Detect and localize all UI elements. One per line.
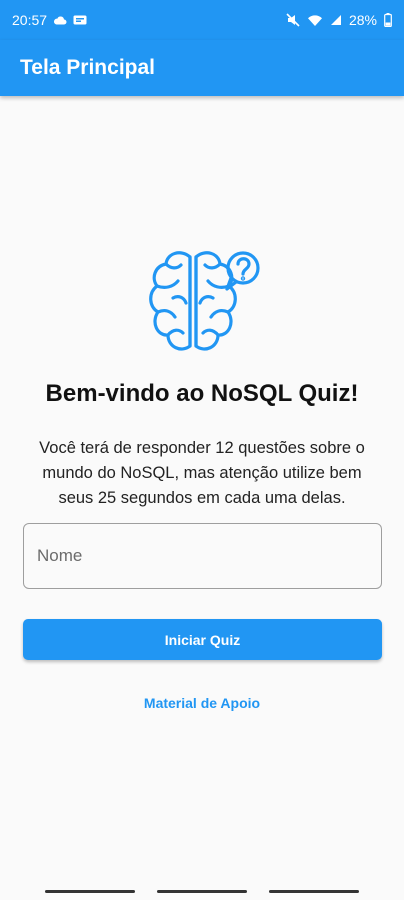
status-left: 20:57 — [12, 12, 87, 28]
battery-percent: 28% — [348, 12, 377, 28]
navigation-bar — [0, 884, 404, 900]
status-bar: 20:57 28% — [0, 0, 404, 40]
wifi-icon — [307, 14, 322, 26]
quiz-description: Você terá de responder 12 questões sobre… — [20, 436, 384, 511]
cloud-icon — [54, 16, 67, 25]
description-line: mundo do NoSQL, mas atenção utilize bem — [42, 464, 362, 482]
battery-icon — [384, 13, 392, 27]
start-quiz-button[interactable]: Iniciar Quiz — [23, 619, 382, 660]
brain-question-icon — [149, 251, 260, 351]
app-title: Tela Principal — [20, 56, 155, 79]
description-line: Você terá de responder 12 questões sobre… — [39, 439, 365, 457]
name-input[interactable] — [23, 523, 382, 589]
status-time: 20:57 — [12, 12, 48, 28]
notification-icon — [73, 15, 87, 25]
mute-icon — [286, 13, 300, 27]
nav-back-button[interactable] — [269, 890, 359, 893]
description-line: seus 25 segundos em cada uma delas. — [58, 489, 346, 507]
app-bar: Tela Principal — [0, 40, 404, 96]
nav-home-button[interactable] — [157, 890, 247, 893]
nav-recent-button[interactable] — [45, 890, 135, 893]
support-material-link[interactable]: Material de Apoio — [0, 695, 404, 711]
status-right: 28% — [286, 12, 392, 28]
welcome-title: Bem-vindo ao NoSQL Quiz! — [45, 380, 359, 407]
signal-icon — [330, 15, 341, 25]
